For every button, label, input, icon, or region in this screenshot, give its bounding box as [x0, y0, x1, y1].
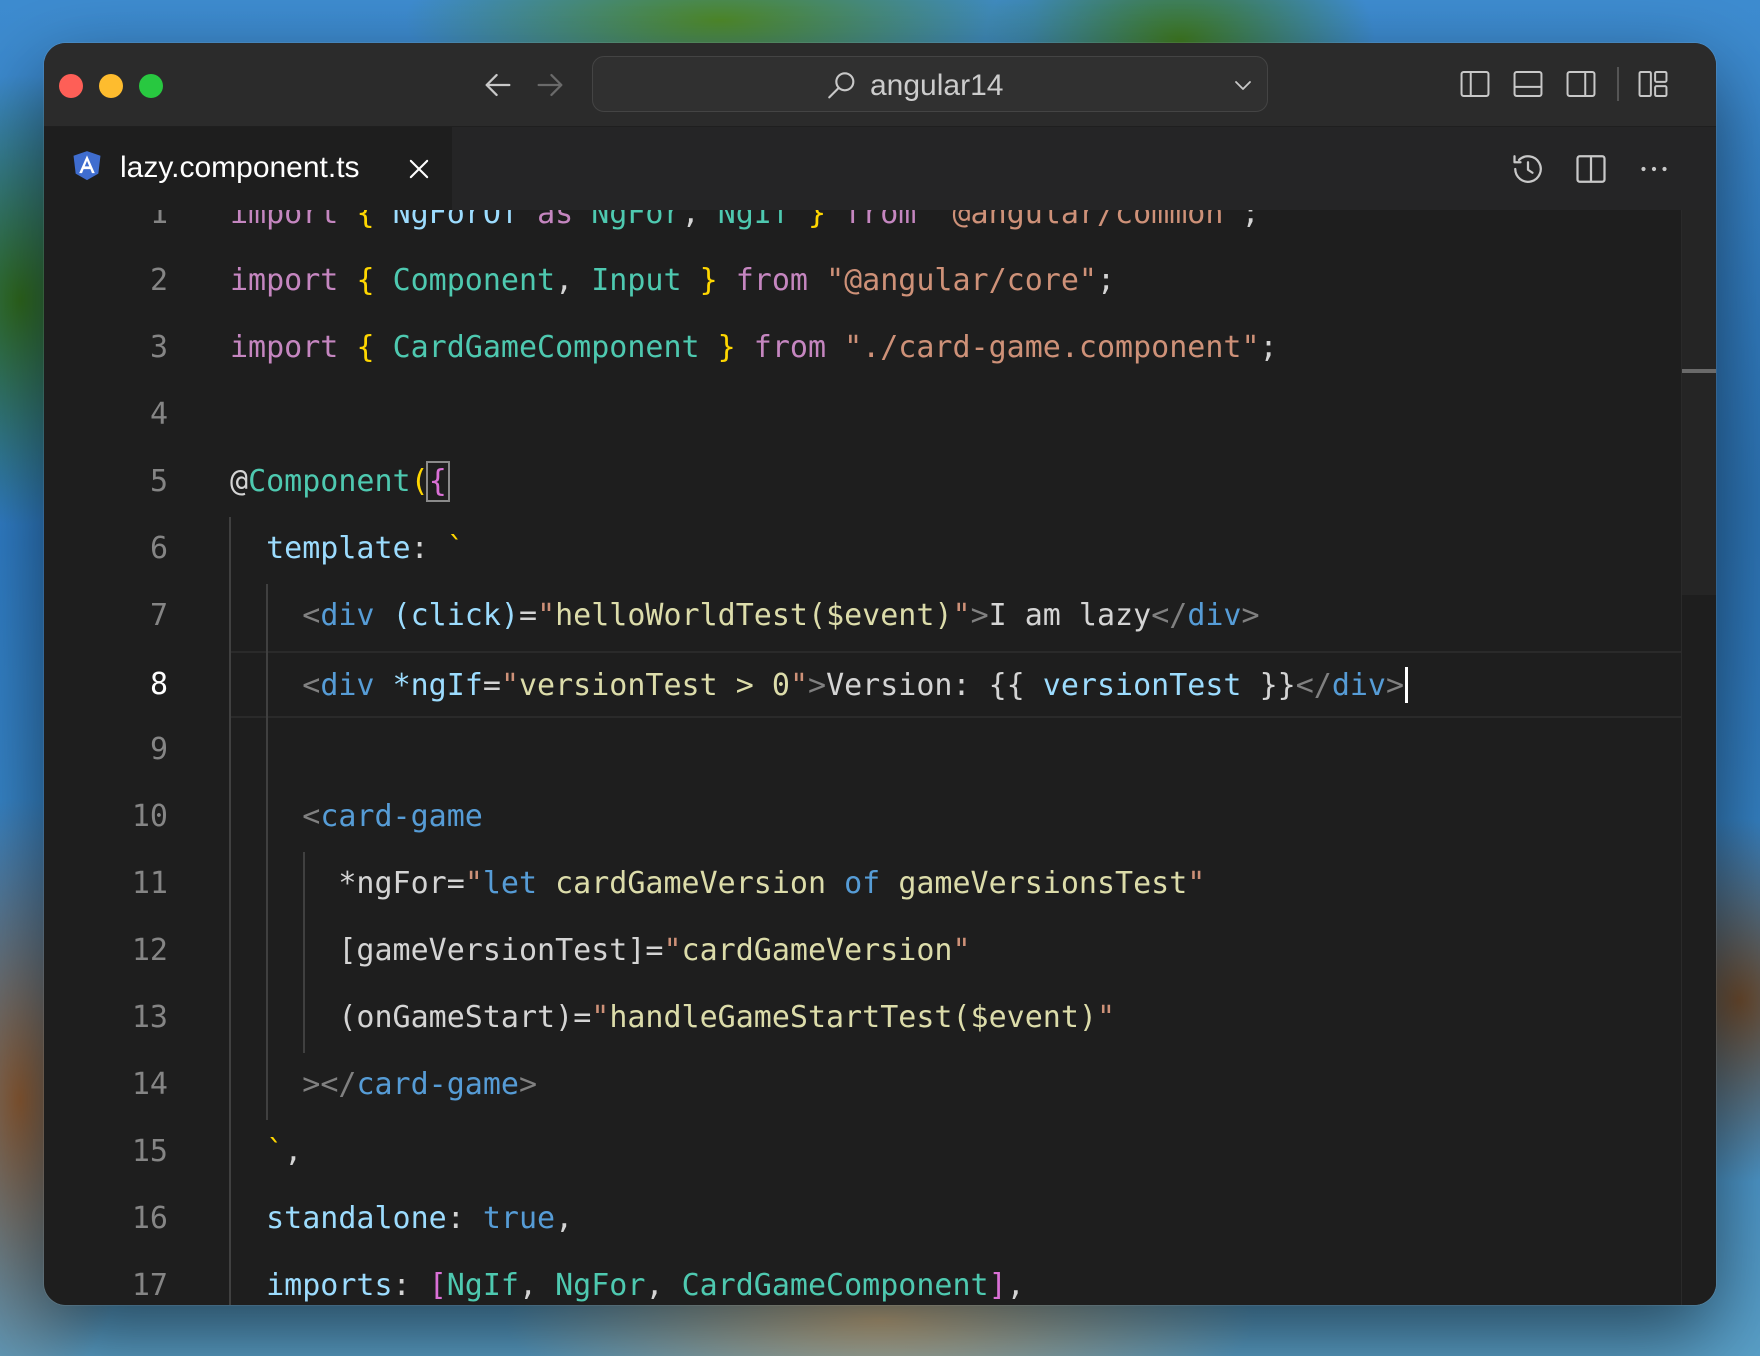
indent-guide: [229, 517, 231, 1305]
toggle-primary-sidebar-button[interactable]: [1456, 65, 1494, 103]
split-editor-button[interactable]: [1571, 149, 1611, 189]
search-icon: [828, 72, 855, 99]
code-line[interactable]: 12 [gameVersionTest]="cardGameVersion": [44, 919, 1716, 986]
line-text: template: `: [266, 531, 465, 566]
line-number: 15: [131, 1134, 168, 1169]
code-line[interactable]: 1 import { NgForOf as NgFor, NgIf } from …: [44, 210, 1716, 249]
line-number: 5: [149, 464, 168, 499]
line-number: 7: [149, 598, 168, 633]
line-number: 9: [149, 732, 168, 767]
customize-layout-button[interactable]: [1634, 65, 1672, 103]
more-actions-icon: [1641, 166, 1667, 172]
line-number: 14: [131, 1067, 168, 1102]
tab-label: lazy.component.ts: [120, 151, 360, 184]
code-lines: 1 import { NgForOf as NgFor, NgIf } from …: [44, 210, 1716, 1305]
code-line[interactable]: 5 @Component({: [44, 450, 1716, 517]
code-line[interactable]: 9: [44, 718, 1716, 785]
line-number: 13: [131, 1000, 168, 1035]
layout-controls: [1441, 65, 1672, 103]
line-text: @Component({: [230, 461, 450, 502]
toolbar-divider: [1617, 67, 1619, 101]
line-number: 2: [149, 263, 168, 298]
text-cursor: [1405, 667, 1409, 703]
toggle-secondary-sidebar-button[interactable]: [1562, 65, 1600, 103]
line-text: <div (click)="helloWorldTest($event)">I …: [302, 598, 1260, 633]
line-number: 17: [131, 1268, 168, 1303]
angular-icon: [73, 151, 101, 181]
timeline-button[interactable]: [1508, 149, 1548, 189]
line-text: [gameVersionTest]="cardGameVersion": [338, 933, 971, 968]
line-text: import { NgForOf as NgFor, NgIf } from "…: [230, 210, 1260, 231]
indent-guide: [303, 852, 305, 1053]
minimize-window-button[interactable]: [99, 74, 123, 98]
editor-tab-bar: lazy.component.ts: [44, 127, 1716, 210]
line-text: standalone: true,: [266, 1201, 574, 1236]
command-center-label: angular14: [870, 69, 1004, 102]
editor-window: angular14 lazy.component.ts 1 import {N…: [44, 43, 1716, 1305]
editor-actions: [1485, 149, 1674, 189]
line-text: ></card-game>: [302, 1067, 538, 1102]
line-text: *ngFor="let cardGameVersion of gameVersi…: [338, 866, 1206, 901]
line-number: 1: [149, 210, 168, 231]
arrow-left-icon: [485, 73, 511, 97]
line-text: import { Component, Input } from "@angul…: [230, 263, 1116, 298]
code-line[interactable]: 6 template: `: [44, 517, 1716, 584]
toggle-secondary-sidebar-icon: [1566, 70, 1596, 98]
code-line[interactable]: 8 <div *ngIf="versionTest > 0">Version: …: [150, 651, 1716, 718]
zoom-window-button[interactable]: [139, 74, 163, 98]
line-number: 10: [131, 799, 168, 834]
line-number: 4: [149, 397, 168, 432]
line-text: <div *ngIf="versionTest > 0">Version: {{…: [230, 667, 1409, 703]
line-number: 11: [131, 866, 168, 901]
split-editor-icon: [1576, 155, 1606, 183]
customize-layout-icon: [1638, 70, 1668, 98]
code-line[interactable]: 2 import { Component, Input } from "@angu…: [44, 249, 1716, 316]
line-number: 6: [149, 531, 168, 566]
code-editor[interactable]: 1 import { NgForOf as NgFor, NgIf } from …: [44, 210, 1716, 1305]
line-text: `,: [266, 1134, 303, 1169]
code-line[interactable]: 4: [44, 383, 1716, 450]
more-actions-button[interactable]: [1634, 149, 1674, 189]
line-number: 12: [131, 933, 168, 968]
go-back-button[interactable]: [478, 65, 518, 105]
line-number: 3: [149, 330, 168, 365]
line-text: imports: [NgIf, NgFor, CardGameComponent…: [266, 1268, 1025, 1303]
go-forward-button[interactable]: [530, 65, 570, 105]
scrollbar-thumb[interactable]: [1682, 210, 1716, 595]
toggle-panel-icon: [1513, 70, 1543, 98]
line-number: 16: [131, 1201, 168, 1236]
chevron-down-icon[interactable]: [1231, 73, 1255, 97]
scrollbar-cursor-marker: [1682, 369, 1716, 373]
tab-lazy-component[interactable]: lazy.component.ts: [44, 127, 452, 210]
code-line[interactable]: 7 <div (click)="helloWorldTest($event)">…: [44, 584, 1716, 651]
line-number: 8: [149, 667, 168, 702]
code-line[interactable]: 10 <card-game: [44, 785, 1716, 852]
code-line[interactable]: 16 standalone: true,: [44, 1187, 1716, 1254]
code-line[interactable]: 14 ></card-game>: [44, 1053, 1716, 1120]
code-line[interactable]: 11 *ngFor="let cardGameVersion of gameVe…: [44, 852, 1716, 919]
command-center[interactable]: angular14: [592, 56, 1268, 112]
code-line[interactable]: 13 (onGameStart)="handleGameStartTest($e…: [44, 986, 1716, 1053]
title-bar: angular14: [44, 43, 1716, 127]
close-icon[interactable]: [405, 155, 433, 183]
code-line[interactable]: 3 import { CardGameComponent } from "./ca…: [44, 316, 1716, 383]
toggle-panel-button[interactable]: [1509, 65, 1547, 103]
close-window-button[interactable]: [59, 74, 83, 98]
indent-guide: [266, 584, 268, 1120]
code-line[interactable]: 15 `,: [44, 1120, 1716, 1187]
arrow-right-icon: [537, 73, 563, 97]
line-text: (onGameStart)="handleGameStartTest($even…: [338, 1000, 1116, 1035]
timeline-history-icon: [1513, 155, 1542, 183]
line-text: import { CardGameComponent } from "./car…: [230, 330, 1278, 365]
toggle-primary-sidebar-icon: [1460, 70, 1490, 98]
code-line[interactable]: 17 imports: [NgIf, NgFor, CardGameCompon…: [44, 1254, 1716, 1305]
